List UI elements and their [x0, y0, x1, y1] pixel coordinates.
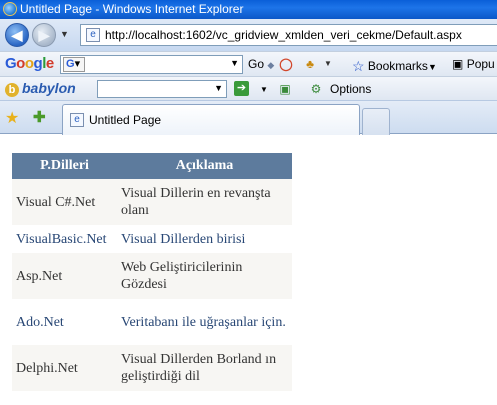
babylon-go-button[interactable]: ➔ — [234, 81, 249, 96]
table-row: Delphi.Net Visual Dillerden Borland ın g… — [12, 345, 292, 391]
cell-description: Visual Dillerin en revanşta olanı — [117, 179, 292, 225]
forward-button[interactable]: ▶ — [32, 23, 56, 47]
tab-page-icon: e — [70, 113, 84, 127]
google-search-input[interactable]: G▾ ▼ — [60, 55, 243, 74]
table-row: VisualBasic.Net Visual Dillerden birisi — [12, 225, 292, 253]
google-go-button[interactable]: Go ◆ — [248, 57, 274, 71]
google-bookmarks-button[interactable]: ☆ Bookmarks▼ — [352, 57, 437, 74]
cell-description: Web Geliştiricilerinin Gözdesi — [117, 253, 292, 299]
address-url: http://localhost:1602/vc_gridview_xmlden… — [105, 28, 462, 42]
favorites-star-icon[interactable]: ★ — [5, 108, 19, 128]
internet-explorer-icon — [3, 2, 17, 16]
forward-arrow-icon: ▶ — [38, 27, 50, 43]
page-icon: e — [86, 28, 100, 42]
table-row: Ado.Net Veritabanı ile uğraşanlar için. — [12, 299, 292, 345]
pagerank-icon[interactable]: ◯ — [278, 56, 294, 72]
back-button[interactable]: ◀ — [5, 23, 29, 47]
speaker-icon[interactable]: ▣ — [277, 81, 293, 97]
bookmark-star-icon: ☆ — [352, 58, 365, 74]
google-tools-dropdown-icon[interactable]: ▼ — [320, 56, 336, 72]
babylon-search-input[interactable]: ▼ — [97, 80, 227, 98]
options-gear-icon[interactable]: ⚙ — [308, 81, 324, 97]
new-tab-button[interactable] — [362, 108, 390, 135]
grid-header-row: P.Dilleri Açıklama — [12, 153, 292, 179]
babylon-options-button[interactable]: Options — [330, 82, 371, 96]
cell-description: Veritabanı ile uğraşanlar için. — [117, 299, 292, 345]
babylon-toolbar: b babylon ▼ ➔ ▼ ▣ ⚙ Options — [0, 76, 497, 100]
address-toolbar: ◀ ▶ ▼ e http://localhost:1602/vc_gridvie… — [0, 19, 497, 51]
column-header-description: Açıklama — [117, 153, 292, 179]
cell-language: Ado.Net — [12, 299, 117, 345]
table-row: Asp.Net Web Geliştiricilerinin Gözdesi — [12, 253, 292, 299]
window-title: Untitled Page - Windows Internet Explore… — [20, 2, 244, 16]
google-logo[interactable]: Google — [5, 55, 54, 72]
google-popup-button[interactable]: ▣ Popu — [452, 57, 495, 71]
table-row: Visual C#.Net Visual Dillerin en revanşt… — [12, 179, 292, 225]
cell-language: VisualBasic.Net — [12, 225, 117, 253]
google-toolbar: Google G▾ ▼ Go ◆ ◯ ♣ ▼ ☆ Bookmarks▼ ▣ Po… — [0, 51, 497, 76]
cell-language: Delphi.Net — [12, 345, 117, 391]
tab-untitled-page[interactable]: e Untitled Page — [62, 104, 360, 135]
babylon-dropdown-icon[interactable]: ▼ — [214, 83, 223, 93]
add-favorites-icon[interactable]: ✚ — [33, 108, 46, 126]
column-header-language: P.Dilleri — [12, 153, 117, 179]
google-search-dropdown-icon[interactable]: ▼ — [230, 58, 239, 68]
address-bar[interactable]: e http://localhost:1602/vc_gridview_xmld… — [80, 24, 497, 46]
babylon-logo[interactable]: b babylon — [5, 80, 76, 97]
popup-blocker-icon[interactable]: ♣ — [302, 56, 318, 72]
recent-pages-dropdown-icon[interactable]: ▼ — [60, 29, 69, 39]
page-content: P.Dilleri Açıklama Visual C#.Net Visual … — [0, 135, 497, 405]
cell-language: Asp.Net — [12, 253, 117, 299]
popup-icon: ▣ — [452, 57, 464, 71]
babylon-icon: b — [5, 83, 19, 97]
back-arrow-icon: ◀ — [11, 27, 23, 43]
tab-bar: ★ ✚ e Untitled Page — [0, 100, 497, 135]
tab-label: Untitled Page — [89, 113, 162, 127]
window-title-bar: Untitled Page - Windows Internet Explore… — [0, 0, 497, 19]
cell-description: Visual Dillerden birisi — [117, 225, 292, 253]
babylon-go-dropdown-icon[interactable]: ▼ — [256, 82, 272, 98]
cell-language: Visual C#.Net — [12, 179, 117, 225]
languages-gridview: P.Dilleri Açıklama Visual C#.Net Visual … — [12, 153, 292, 391]
cell-description: Visual Dillerden Borland ın geliştirdiği… — [117, 345, 292, 391]
google-search-menu-button[interactable]: G▾ — [63, 57, 85, 72]
